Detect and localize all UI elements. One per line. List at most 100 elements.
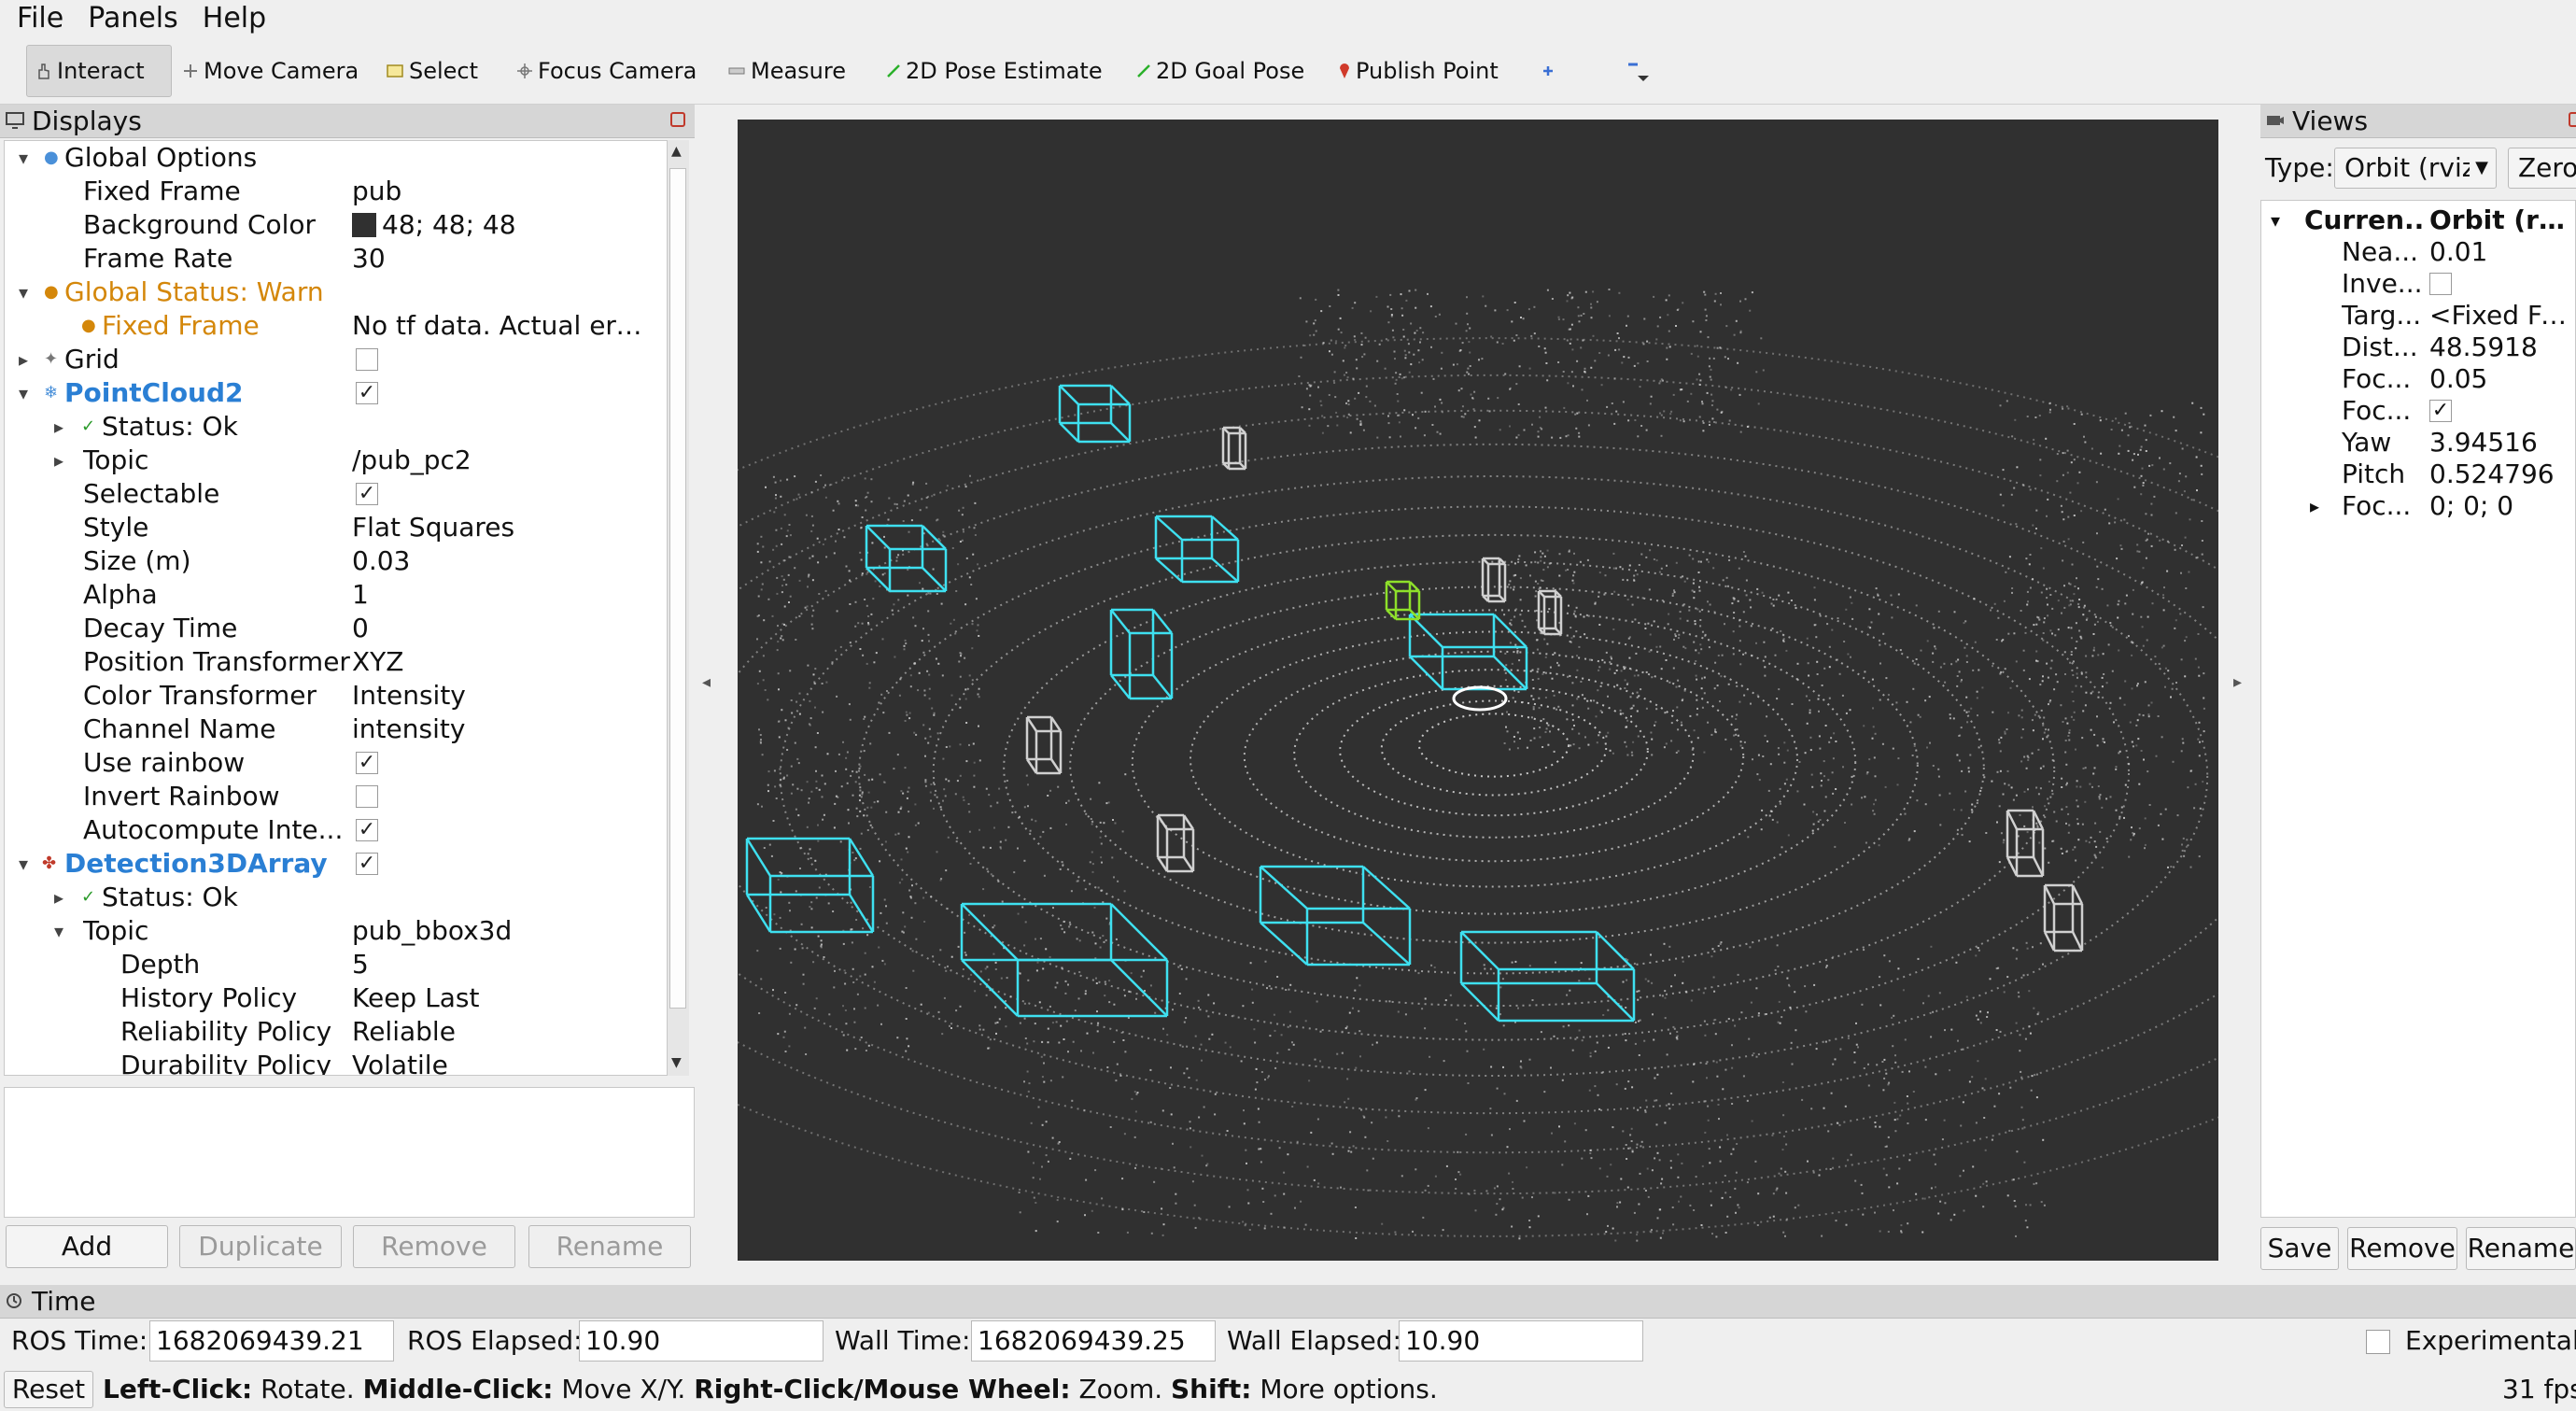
tree-row-selectable[interactable]: Selectable ✓ xyxy=(5,477,649,511)
selectable-checkbox[interactable]: ✓ xyxy=(356,483,378,505)
detection3darray-checkbox[interactable]: ✓ xyxy=(356,853,378,875)
row-value[interactable]: 0.524796 xyxy=(2429,459,2575,490)
view-row-yaw[interactable]: Yaw 3.94516 xyxy=(2261,427,2575,459)
scroll-down-icon[interactable]: ▼ xyxy=(671,1055,682,1070)
displays-scrollbar[interactable]: ▲ ▼ xyxy=(667,140,689,1076)
tree-row-alpha[interactable]: Alpha 1 xyxy=(5,578,649,612)
row-value[interactable]: 0 xyxy=(352,612,647,645)
rename-display-button[interactable]: Rename xyxy=(528,1225,691,1268)
view-row-invert[interactable]: Inve... xyxy=(2261,268,2575,300)
collapse-arrow-icon[interactable]: ▸ xyxy=(2310,490,2319,522)
remove-view-button[interactable]: Remove xyxy=(2347,1227,2457,1270)
tree-row-durability-policy[interactable]: Durability Policy Volatile xyxy=(5,1049,649,1075)
scrollbar-thumb[interactable] xyxy=(669,168,686,1009)
reset-button[interactable]: Reset xyxy=(4,1371,93,1408)
row-value[interactable]: XYZ xyxy=(352,645,647,679)
menu-file[interactable]: File xyxy=(17,0,63,37)
add-tool-button[interactable] xyxy=(1531,45,1565,97)
displays-tree[interactable]: ▾ ● Global Options Fixed Frame pub Backg… xyxy=(4,140,670,1076)
pose-estimate-tool[interactable]: 2D Pose Estimate xyxy=(878,45,1112,97)
tree-row-history-policy[interactable]: History Policy Keep Last xyxy=(5,981,649,1015)
row-value[interactable]: 3.94516 xyxy=(2429,427,2575,459)
tree-row-topic-2[interactable]: ▾ Topic pub_bbox3d xyxy=(5,914,649,948)
tree-row-pointcloud2[interactable]: ▾ ❄ PointCloud2 ✓ xyxy=(5,376,649,410)
close-icon[interactable] xyxy=(670,112,685,127)
collapse-arrow-icon[interactable]: ▸ xyxy=(14,343,33,376)
add-button[interactable]: Add xyxy=(6,1225,168,1268)
row-value[interactable]: 0; 0; 0 xyxy=(2429,490,2575,522)
row-value[interactable]: 0.01 xyxy=(2429,236,2575,268)
menu-help[interactable]: Help xyxy=(203,0,266,37)
wall-elapsed-field[interactable]: 10.90 xyxy=(1399,1320,1643,1362)
tree-row-fixed-frame-status[interactable]: ● Fixed Frame No tf data. Actual error: … xyxy=(5,309,649,343)
expand-arrow-icon[interactable]: ▾ xyxy=(14,376,33,410)
view-row-pitch[interactable]: Pitch 0.524796 xyxy=(2261,459,2575,490)
row-value[interactable]: <Fixed Fra... xyxy=(2429,300,2575,332)
save-view-button[interactable]: Save xyxy=(2260,1227,2339,1270)
row-value[interactable]: 48; 48; 48 xyxy=(352,208,647,242)
use-rainbow-checkbox[interactable]: ✓ xyxy=(356,752,378,774)
expand-arrow-icon[interactable]: ▾ xyxy=(14,275,33,309)
view-row-focal-shape[interactable]: Foc... ✓ xyxy=(2261,395,2575,427)
row-value[interactable]: Keep Last xyxy=(352,981,647,1015)
row-value[interactable]: 5 xyxy=(352,948,647,981)
view-row-current[interactable]: ▾ Curren... Orbit (rvi... xyxy=(2261,205,2575,236)
tree-row-position-transformer[interactable]: Position Transformer XYZ xyxy=(5,645,649,679)
row-value[interactable]: Intensity xyxy=(352,679,647,713)
scroll-up-icon[interactable]: ▲ xyxy=(671,144,682,159)
expand-arrow-icon[interactable]: ▾ xyxy=(14,141,33,175)
3d-viewport[interactable] xyxy=(424,120,2564,1261)
interact-tool[interactable]: Interact xyxy=(26,45,172,97)
tree-row-color-transformer[interactable]: Color Transformer Intensity xyxy=(5,679,649,713)
invert-checkbox[interactable] xyxy=(2429,273,2452,295)
row-value[interactable]: 0.05 xyxy=(2429,363,2575,395)
tree-row-background-color[interactable]: Background Color 48; 48; 48 xyxy=(5,208,649,242)
duplicate-button[interactable]: Duplicate xyxy=(179,1225,342,1268)
row-value[interactable]: Reliable xyxy=(352,1015,647,1049)
remove-display-button[interactable]: Remove xyxy=(353,1225,515,1268)
tree-row-frame-rate[interactable]: Frame Rate 30 xyxy=(5,242,649,275)
tree-row-decay-time[interactable]: Decay Time 0 xyxy=(5,612,649,645)
row-value[interactable]: 1 xyxy=(352,578,647,612)
expand-arrow-icon[interactable]: ▾ xyxy=(14,847,33,881)
measure-tool[interactable]: Measure xyxy=(719,45,855,97)
pointcloud2-checkbox[interactable]: ✓ xyxy=(356,382,378,404)
move-camera-tool[interactable]: Move Camera xyxy=(174,45,368,97)
goal-pose-tool[interactable]: 2D Goal Pose xyxy=(1128,45,1314,97)
invert-rainbow-checkbox[interactable] xyxy=(356,785,378,808)
ros-elapsed-field[interactable]: 10.90 xyxy=(579,1320,823,1362)
views-tree[interactable]: ▾ Curren... Orbit (rvi... Nea...0.01 Inv… xyxy=(2260,200,2576,1218)
collapse-right-icon[interactable]: ▸ xyxy=(2233,672,2242,692)
tree-row-use-rainbow[interactable]: Use rainbow ✓ xyxy=(5,746,649,780)
tree-row-global-options[interactable]: ▾ ● Global Options xyxy=(5,141,649,175)
focal-shape-checkbox[interactable]: ✓ xyxy=(2429,400,2452,422)
view-row-near-clip[interactable]: Nea... 0.01 xyxy=(2261,236,2575,268)
row-value[interactable]: Flat Squares xyxy=(352,511,647,544)
collapse-arrow-icon[interactable]: ▸ xyxy=(49,881,68,914)
remove-tool-button[interactable] xyxy=(1615,45,1660,97)
experimental-checkbox[interactable] xyxy=(2366,1330,2390,1354)
view-type-select[interactable]: Orbit (rviz) ▼ xyxy=(2334,148,2497,189)
view-row-focal-size[interactable]: Foc... 0.05 xyxy=(2261,363,2575,395)
row-value[interactable]: 0.03 xyxy=(352,544,647,578)
expand-arrow-icon[interactable]: ▾ xyxy=(2271,205,2280,236)
row-value[interactable]: pub xyxy=(352,175,647,208)
tree-row-status-ok[interactable]: ▸ ✓ Status: Ok xyxy=(5,410,649,444)
tree-row-size[interactable]: Size (m) 0.03 xyxy=(5,544,649,578)
tree-row-reliability-policy[interactable]: Reliability Policy Reliable xyxy=(5,1015,649,1049)
autocompute-checkbox[interactable]: ✓ xyxy=(356,819,378,841)
tree-row-detection3darray[interactable]: ▾ ✤ Detection3DArray ✓ xyxy=(5,847,649,881)
wall-time-field[interactable]: 1682069439.25 xyxy=(971,1320,1216,1362)
grid-checkbox[interactable] xyxy=(356,348,378,371)
row-value[interactable]: intensity xyxy=(352,713,647,746)
tree-row-fixed-frame[interactable]: Fixed Frame pub xyxy=(5,175,649,208)
tree-row-style[interactable]: Style Flat Squares xyxy=(5,511,649,544)
tree-row-depth[interactable]: Depth 5 xyxy=(5,948,649,981)
view-row-target-frame[interactable]: Targ...<Fixed Fra... xyxy=(2261,300,2575,332)
tree-row-topic[interactable]: ▸ Topic /pub_pc2 xyxy=(5,444,649,477)
select-tool[interactable]: Select xyxy=(377,45,487,97)
tree-row-autocompute[interactable]: Autocompute Inte... ✓ xyxy=(5,813,649,847)
rename-view-button[interactable]: Rename xyxy=(2466,1227,2576,1270)
tree-row-status-ok-2[interactable]: ▸ ✓ Status: Ok xyxy=(5,881,649,914)
tree-row-grid[interactable]: ▸ ✦ Grid xyxy=(5,343,649,376)
